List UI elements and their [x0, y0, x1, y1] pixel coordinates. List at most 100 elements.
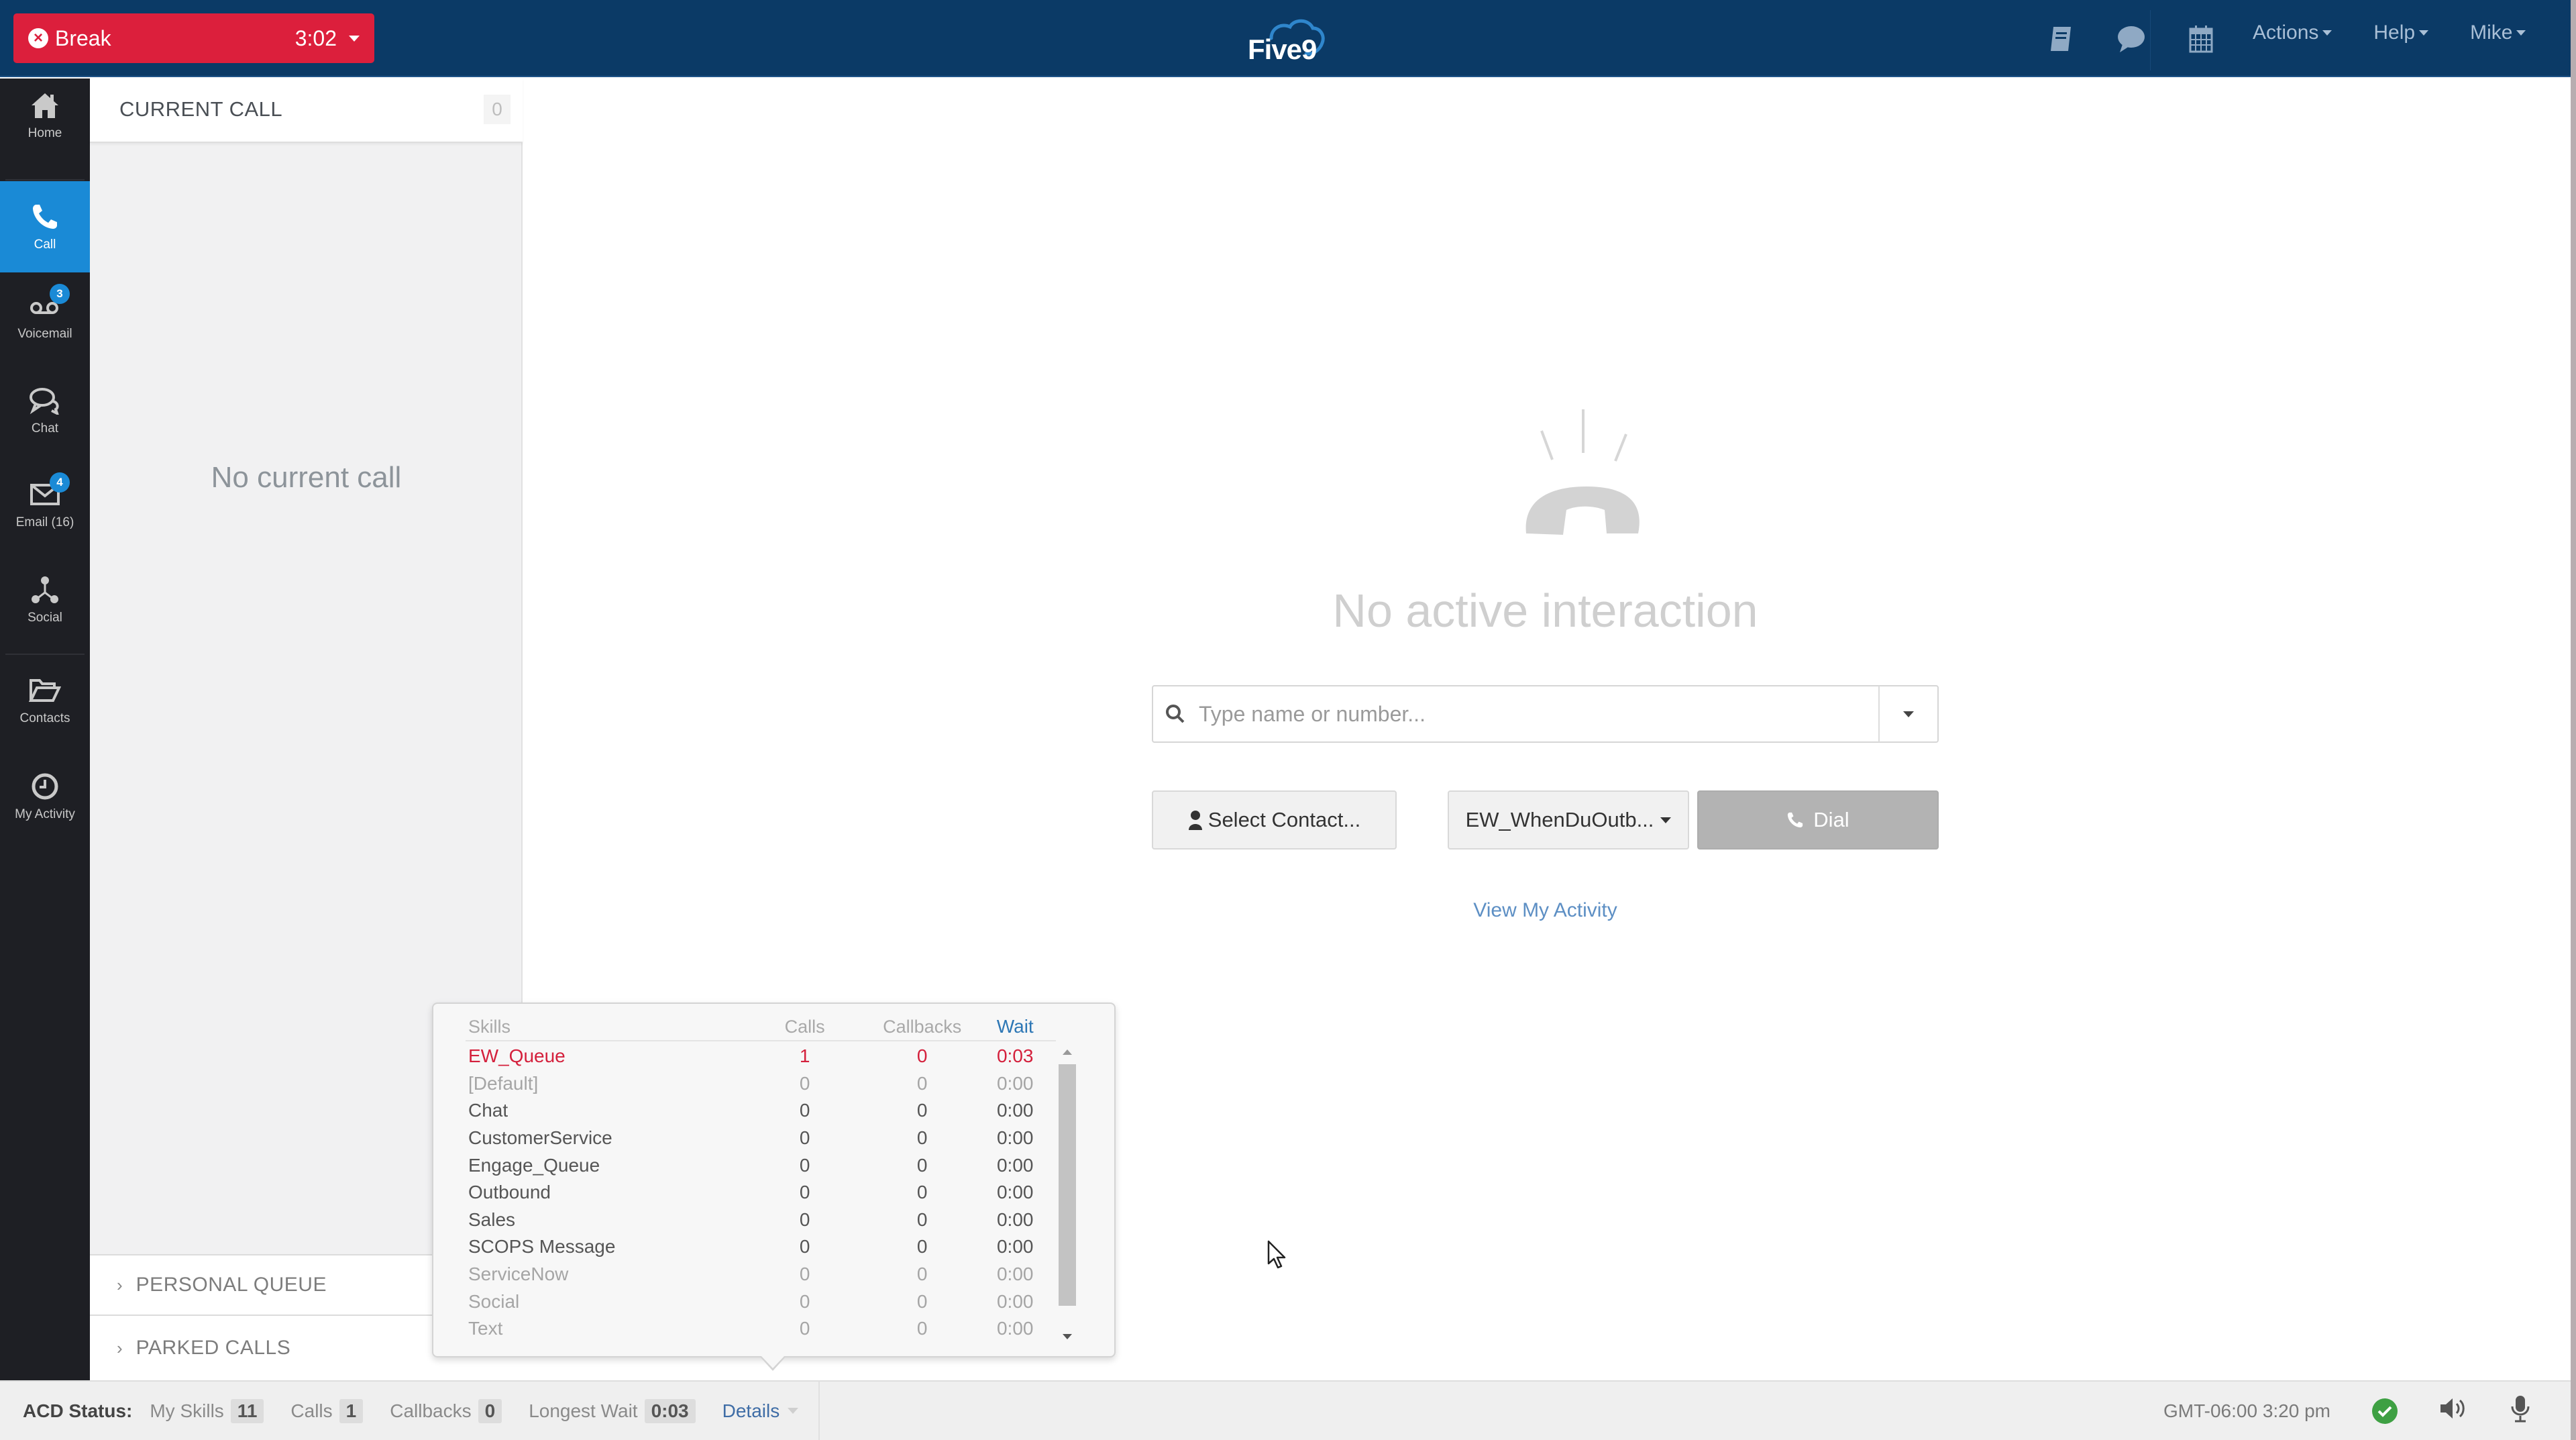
envelope-icon: 4	[28, 472, 70, 510]
my-skills-value: 11	[230, 1398, 264, 1423]
sidebar-item-contacts[interactable]: Contacts	[0, 657, 90, 744]
mouse-cursor-icon	[1267, 1240, 1286, 1269]
chevron-down-icon	[2419, 30, 2429, 36]
help-menu-label: Help	[2373, 21, 2416, 44]
search-dropdown-toggle[interactable]	[1878, 686, 1937, 742]
chevron-down-icon	[1903, 711, 1914, 717]
actions-menu[interactable]: Actions	[2253, 21, 2332, 44]
parked-calls-label: PARKED CALLS	[136, 1337, 291, 1359]
skill-calls: 0	[799, 1264, 810, 1285]
select-contact-button[interactable]: Select Contact...	[1152, 790, 1397, 850]
dial-button[interactable]: Dial	[1697, 790, 1939, 850]
calls-label: Calls	[290, 1400, 333, 1421]
skill-name: Outbound	[468, 1182, 551, 1203]
col-calls[interactable]: Calls	[739, 1017, 869, 1037]
scroll-down-icon[interactable]	[1063, 1334, 1072, 1339]
skill-callbacks: 0	[916, 1264, 928, 1285]
campaign-select-value: EW_WhenDuOutb...	[1465, 808, 1654, 831]
hangup-phone-icon	[1525, 409, 1640, 535]
status-timer: 3:02	[294, 25, 337, 50]
skill-name: EW_Queue	[468, 1045, 566, 1067]
skill-callbacks: 0	[916, 1045, 928, 1067]
skill-callbacks: 0	[916, 1127, 928, 1149]
sidebar-item-voicemail[interactable]: 3 Voicemail	[0, 272, 90, 360]
sidebar-item-label: My Activity	[15, 807, 75, 821]
skill-row[interactable]: [Default] 0 0 0:00	[466, 1070, 1056, 1098]
skill-callbacks: 0	[916, 1182, 928, 1203]
skill-wait: 0:00	[996, 1208, 1034, 1230]
sidebar-item-call[interactable]: Call	[0, 181, 90, 272]
scroll-up-icon[interactable]	[1063, 1049, 1072, 1055]
top-header: × Break 3:02 Five9 Actions Help Mike	[0, 0, 2571, 77]
skill-calls: 0	[799, 1236, 810, 1257]
speaker-icon[interactable]	[2439, 1396, 2469, 1425]
sidebar-item-email[interactable]: 4 Email (16)	[0, 461, 90, 548]
skills-table-body[interactable]: EW_Queue 1 0 0:03 [Default] 0 0 0:00 Chat 0 0 0:00 C…	[466, 1043, 1056, 1349]
calls-value: 1	[339, 1398, 364, 1423]
skill-row[interactable]: Chat 0 0 0:00	[466, 1097, 1056, 1125]
sidebar-divider	[5, 654, 85, 655]
select-contact-label: Select Contact...	[1208, 808, 1361, 831]
sidebar-item-label: Voicemail	[17, 327, 72, 341]
skill-wait: 0:00	[996, 1318, 1034, 1339]
folder-open-icon	[28, 675, 62, 706]
skill-wait: 0:00	[996, 1290, 1034, 1312]
sidebar-item-chat[interactable]: Chat	[0, 367, 90, 454]
popover-arrow-inner	[761, 1355, 785, 1368]
dial-search-input[interactable]	[1199, 687, 1878, 741]
scrollbar-thumb[interactable]	[1059, 1064, 1076, 1306]
skill-row[interactable]: Outbound 0 0 0:00	[466, 1179, 1056, 1206]
sidebar-item-label: Chat	[31, 421, 59, 435]
skill-name: SCOPS Message	[468, 1236, 616, 1257]
chevron-right-icon: ›	[117, 1337, 123, 1358]
help-menu[interactable]: Help	[2373, 21, 2429, 44]
skill-row[interactable]: SCOPS Message 0 0 0:00	[466, 1233, 1056, 1261]
skill-wait: 0:00	[996, 1072, 1034, 1094]
details-link[interactable]: Details	[722, 1400, 780, 1422]
sidebar-item-social[interactable]: Social	[0, 556, 90, 644]
sidebar-item-my-activity[interactable]: My Activity	[0, 753, 90, 840]
home-icon	[28, 90, 62, 121]
sidebar-item-home[interactable]: Home	[0, 79, 90, 152]
chevron-down-icon	[2516, 30, 2526, 36]
skill-row[interactable]: CustomerService 0 0 0:00	[466, 1125, 1056, 1152]
skill-row[interactable]: Social 0 0 0:00	[466, 1288, 1056, 1315]
skill-name: [Default]	[468, 1072, 539, 1094]
user-menu[interactable]: Mike	[2470, 21, 2526, 44]
calendar-icon[interactable]	[2186, 23, 2216, 54]
no-active-interaction-message: No active interaction	[1332, 584, 1758, 637]
current-call-header[interactable]: CURRENT CALL 0	[90, 79, 523, 143]
skill-callbacks: 0	[916, 1100, 928, 1121]
microphone-icon[interactable]	[2510, 1394, 2530, 1427]
chevron-down-icon[interactable]	[788, 1408, 799, 1414]
timezone-clock: GMT-06:00 3:20 pm	[2163, 1400, 2330, 1421]
x-circle-icon: ×	[28, 28, 48, 48]
skill-calls: 1	[799, 1045, 810, 1067]
skill-row[interactable]: Sales 0 0 0:00	[466, 1206, 1056, 1234]
script-book-icon[interactable]	[2046, 23, 2077, 54]
skill-name: Social	[468, 1290, 520, 1312]
skill-callbacks: 0	[916, 1290, 928, 1312]
col-wait[interactable]: Wait	[974, 1016, 1056, 1037]
agent-status-button[interactable]: × Break 3:02	[13, 13, 374, 63]
col-skills[interactable]: Skills	[466, 1017, 739, 1037]
chat-bubble-icon[interactable]	[2116, 23, 2147, 54]
my-skills-label: My Skills	[150, 1400, 224, 1421]
skill-callbacks: 0	[916, 1208, 928, 1230]
view-my-activity-link[interactable]: View My Activity	[1152, 899, 1939, 922]
skill-row[interactable]: EW_Queue 1 0 0:03	[466, 1043, 1056, 1070]
no-current-call-message: No current call	[211, 461, 402, 494]
col-callbacks[interactable]: Callbacks	[870, 1017, 975, 1037]
sidebar-item-label: Home	[28, 126, 62, 140]
skills-scrollbar[interactable]	[1057, 1044, 1077, 1339]
skill-row[interactable]: Engage_Queue 0 0 0:00	[466, 1151, 1056, 1179]
campaign-select[interactable]: EW_WhenDuOutb...	[1448, 790, 1689, 850]
actions-menu-label: Actions	[2253, 21, 2319, 44]
dial-search-box	[1152, 685, 1939, 743]
skill-name: ServiceNow	[468, 1264, 569, 1285]
longest-wait-value: 0:03	[644, 1398, 696, 1423]
skill-row[interactable]: Text 0 0 0:00	[466, 1315, 1056, 1343]
check-circle-icon[interactable]	[2372, 1398, 2398, 1424]
skill-row[interactable]: ServiceNow 0 0 0:00	[466, 1261, 1056, 1288]
social-share-icon	[28, 574, 62, 605]
